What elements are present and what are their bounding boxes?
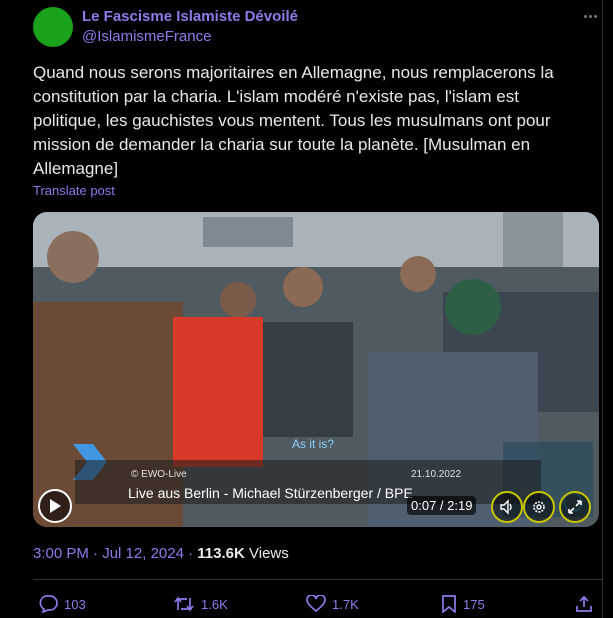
channel-credit: © EWO-Live: [131, 469, 187, 480]
video-player[interactable]: As it is? © EWO-Live 21.10.2022 Live aus…: [33, 212, 599, 527]
air-date: 21.10.2022: [411, 469, 462, 480]
share-button[interactable]: [575, 595, 593, 613]
share-icon: [576, 595, 592, 612]
meta-separator: ·: [93, 545, 99, 562]
translate-post-link[interactable]: Translate post: [33, 183, 115, 198]
expand-icon: [568, 500, 582, 514]
bookmark-count: 175: [463, 596, 485, 612]
mute-button[interactable]: [491, 491, 523, 523]
reply-icon: [39, 595, 58, 613]
meta-separator: ·: [188, 545, 194, 562]
more-options-icon[interactable]: [578, 6, 602, 26]
repost-count: 1.6K: [201, 596, 228, 612]
fullscreen-button[interactable]: [559, 491, 591, 523]
post-date[interactable]: Jul 12, 2024: [102, 545, 184, 562]
play-icon: [50, 499, 61, 513]
author-handle[interactable]: @IslamismeFrance: [82, 28, 211, 45]
post-time[interactable]: 3:00 PM: [33, 545, 89, 562]
video-subtitle: As it is?: [292, 437, 335, 451]
views-label: Views: [249, 545, 289, 562]
author-display-name[interactable]: Le Fascisme Islamiste Dévoilé: [82, 8, 298, 25]
reply-button[interactable]: 103: [38, 595, 86, 613]
gear-icon: [533, 501, 545, 513]
tweet-text: Quand nous serons majoritaires en Allema…: [33, 63, 554, 178]
play-button[interactable]: [38, 489, 72, 523]
volume-icon: [500, 499, 512, 515]
like-button[interactable]: 1.7K: [306, 595, 359, 613]
reply-count: 103: [64, 596, 86, 612]
views-count: 113.6K: [197, 545, 245, 562]
video-timecode: 0:07 / 2:19: [407, 496, 477, 515]
repost-icon: [174, 596, 194, 612]
repost-button[interactable]: 1.6K: [173, 595, 228, 613]
video-caption: Live aus Berlin - Michael Stürzenberger …: [128, 485, 413, 501]
bookmark-icon: [442, 595, 456, 613]
tweet-meta: 3:00 PM · Jul 12, 2024 · 113.6K Views: [33, 545, 289, 562]
heart-icon: [306, 595, 326, 613]
settings-button[interactable]: [523, 491, 555, 523]
bookmark-button[interactable]: 175: [441, 595, 485, 613]
divider: [33, 579, 603, 580]
like-count: 1.7K: [332, 596, 359, 612]
avatar[interactable]: [33, 7, 73, 47]
